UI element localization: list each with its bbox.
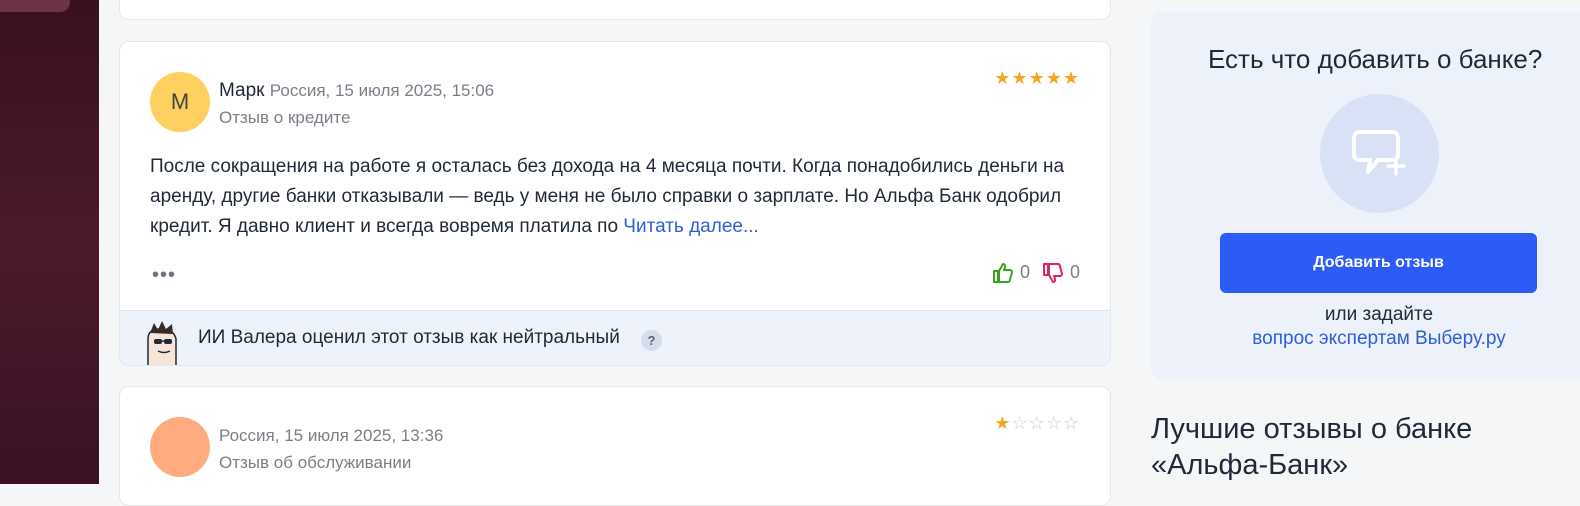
review-type: Отзыв о кредите [219,108,351,127]
ai-assessment-bar: ИИ Валера оценил этот отзыв как нейтраль… [120,310,1110,365]
author-avatar: М [150,72,210,132]
review-header: Марк Россия, 15 июля 2025, 15:06 [219,80,494,102]
thumbs-up-icon[interactable] [992,262,1014,283]
rating-stars: ★★★★★ [994,68,1080,89]
star-filled-icon: ★ [994,413,1012,433]
review-header: Россия, 15 июля 2025, 13:36 [219,425,443,447]
author-avatar [150,417,210,477]
star-filled-icon: ★ [994,68,1012,88]
help-icon[interactable]: ? [641,330,662,351]
review-card: Россия, 15 июля 2025, 13:36 Отзыв об обс… [119,386,1111,506]
ai-assessment-text: ИИ Валера оценил этот отзыв как нейтраль… [198,327,620,348]
vote-controls: 0 0 [992,262,1080,283]
review-body: После сокращения на работе я осталась бе… [150,152,1080,242]
star-filled-icon: ★ [1045,68,1063,88]
author-name[interactable]: Марк [219,80,265,101]
star-filled-icon: ★ [1028,68,1046,88]
panel-title: Есть что добавить о банке? [1208,44,1543,74]
ask-experts-link[interactable]: вопрос экспертам Выберу.ру [1151,328,1580,350]
review-type: Отзыв об обслуживании [219,453,412,472]
add-review-panel: Есть что добавить о банке? Добавить отзы… [1151,12,1580,379]
review-text: После сокращения на работе я осталась бе… [150,156,1065,237]
star-empty-icon: ☆ [1045,413,1063,433]
review-card: М Марк Россия, 15 июля 2025, 15:06 Отзыв… [119,41,1111,366]
previous-review-card [119,0,1111,20]
star-empty-icon: ☆ [1011,413,1029,433]
best-reviews-heading: Лучшие отзывы о банке «Альфа-Банк» [1151,413,1473,481]
chat-plus-icon [1320,94,1439,213]
ai-valera-mascot-icon [142,321,182,365]
add-review-button[interactable]: Добавить отзыв [1220,233,1537,293]
star-filled-icon: ★ [1011,68,1029,88]
star-empty-icon: ☆ [1062,413,1080,433]
read-more-link[interactable]: Читать далее... [623,216,759,237]
star-empty-icon: ☆ [1028,413,1046,433]
avatar-letter: М [170,89,190,114]
review-meta: Россия, 15 июля 2025, 15:06 [269,81,495,100]
left-background-band [0,0,99,484]
likes-count: 0 [1019,262,1030,282]
rating-stars: ★☆☆☆☆ [994,413,1080,434]
dislikes-count: 0 [1069,262,1080,282]
review-meta: Россия, 15 июля 2025, 13:36 [219,426,444,445]
star-filled-icon: ★ [1062,68,1080,88]
left-band-decoration [0,0,70,12]
thumbs-down-icon[interactable] [1042,262,1064,283]
more-options-icon[interactable]: ••• [152,264,176,287]
or-ask-text: или задайте [1324,304,1434,325]
